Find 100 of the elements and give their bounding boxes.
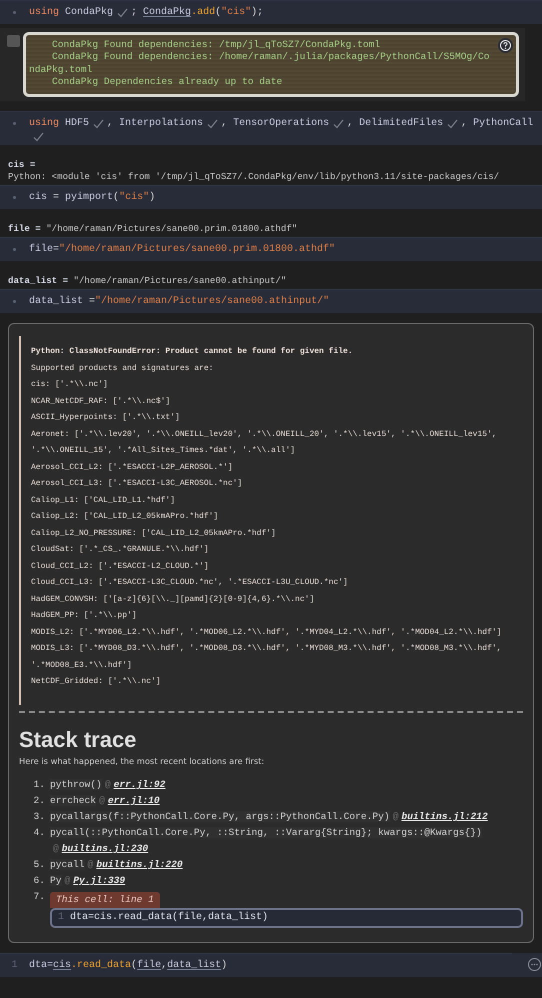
- line-number: 1: [10, 959, 18, 974]
- code-token: file: [137, 958, 162, 974]
- code-token: TensorOperations: [233, 116, 330, 132]
- frame-number: 6.: [32, 874, 45, 888]
- frame-call: pycall: [50, 859, 85, 870]
- frame-file-link[interactable]: builtins.jl:230: [62, 843, 148, 854]
- at-sign: @: [99, 795, 105, 806]
- error-line: Cloud_CCI_L3: ['.*ESACCI-L3C_CLOUD.*nc', '.*ESACCI-L3U_CLOUD.*nc']: [31, 577, 349, 590]
- code-token: );: [251, 6, 264, 20]
- error-line: Cloud_CCI_L2: ['.*ESACCI-L2_CLOUD.*']: [31, 560, 210, 573]
- check-icon: [447, 118, 458, 129]
- frame-number: 2.: [32, 794, 45, 808]
- code-token: Interpolations: [119, 116, 204, 132]
- frame-file-link[interactable]: builtins.jl:220: [96, 859, 183, 870]
- code-token: (: [131, 958, 138, 974]
- check-icon: [207, 118, 218, 129]
- code-token: data_list: [29, 294, 84, 310]
- code-token: =: [88, 295, 96, 310]
- frame-number: 3.: [32, 810, 45, 824]
- check-icon: [33, 132, 44, 142]
- output-label: cis =: [8, 159, 36, 170]
- frame-number: 4.: [32, 826, 45, 840]
- code-token: cis: [29, 190, 48, 206]
- code-editor[interactable]: file="/home/raman/Pictures/sane00.prim.01800.athdf": [0, 237, 542, 262]
- gutter-dot: [13, 122, 16, 126]
- at-sign: @: [53, 843, 59, 854]
- stack-trace-heading: Stack trace: [19, 726, 138, 753]
- error-line: HadGEM_PP: ['.*\\.pp']: [31, 610, 138, 622]
- code-token: .add: [191, 6, 216, 20]
- log-line: CondaPkg Found dependencies: /tmp/jl_qToSZ7/CondaPkg.toml: [51, 39, 382, 52]
- help-icon[interactable]: [498, 38, 513, 53]
- frame-number: 5.: [32, 858, 45, 872]
- code-token: ): [149, 190, 156, 206]
- error-line: MODIS_L3: ['.*MYD08_D3.*\\.hdf', '.*MOD08_D3.*\\.hdf', '.*MYD08_M3.*\\.hdf', '.*MOD08_M3.*\\.hdf', '.*MOD08_E3.*\\.hdf']: [31, 643, 502, 672]
- code-token: ,: [221, 117, 228, 132]
- code-token: CondaPkg: [143, 6, 192, 20]
- error-line: MODIS_L2: ['.*MYD06_L2.*\\.hdf', '.*MOD06_L2.*\\.hdf', '.*MYD04_L2.*\\.hdf', '.*MOD04_L2.*\\.hdf']: [31, 626, 502, 639]
- frame-file-link[interactable]: Py.jl:339: [73, 875, 126, 886]
- code-token: file=: [29, 242, 60, 258]
- error-line: Aeronet: ['.*\\.lev20', '.*\\.ONEILL_lev20', '.*\\.ONEILL_20', '.*\\.lev15', '.*\\.ONEILL_lev15', '.*\\.ONEILL_15', '.*All_Sites_Times.*dat', '.*\\.all']: [31, 428, 498, 458]
- code-token: ,: [461, 117, 468, 132]
- at-sign: @: [392, 811, 398, 822]
- code-token: cis: [53, 958, 72, 974]
- frame-file-link[interactable]: err.jl:10: [108, 795, 160, 806]
- frame-call: errcheck: [50, 795, 96, 806]
- code-token: ,: [107, 117, 114, 132]
- error-line: Supported products and signatures are:: [31, 362, 214, 375]
- code-editor[interactable]: using HDF5 , Interpolations , TensorOperations , DelimitedFiles , PythonCall: [0, 111, 542, 146]
- frame-file-link[interactable]: builtins.jl:212: [401, 811, 488, 822]
- log-line: CondaPkg Found dependencies: /home/raman/.julia/packages/PythonCall/S5MOg/CondaPkg.toml: [29, 51, 490, 76]
- frame-number: 7.: [32, 890, 45, 904]
- output-value: Python: <module 'cis' from '/tmp/jl_qToSZ7/.CondaPkg/env/lib/python3.11/site-packages/cis/: [8, 171, 500, 182]
- gutter-dot: [13, 11, 16, 14]
- gutter-dot: [13, 248, 16, 252]
- code-token: DelimitedFiles: [359, 116, 444, 132]
- stack-trace-intro: Here is what happened, the most recent locations are first:: [19, 754, 266, 768]
- error-line: NetCDF_Gridded: ['.*\\.nc']: [31, 676, 162, 688]
- error-line: ASCII_Hyperpoints: ['.*\\.txt']: [31, 412, 181, 424]
- code-token: ,: [347, 117, 354, 132]
- check-icon: [333, 118, 344, 129]
- code-editor[interactable]: using CondaPkg ; CondaPkg.add("cis");: [0, 0, 542, 24]
- keyword: using: [29, 116, 60, 132]
- code-editor[interactable]: data_list ="/home/raman/Pictures/sane00.athinput/": [0, 289, 542, 314]
- frame-call: pycallargs(f::PythonCall.Core.Py, args::PythonCall.Core.Py): [50, 811, 390, 822]
- error-line: CloudSat: ['.*_CS_.*GRANULE.*\\.hdf']: [31, 544, 210, 556]
- at-sign: @: [64, 875, 70, 886]
- string-literal: "cis": [221, 6, 252, 20]
- error-line: Caliop_L2_NO_PRESSURE: ['CAL_LID_L2_05kmAPro.*hdf']: [31, 528, 277, 540]
- frame-call: pycall(::PythonCall.Core.Py, ::String, ::Vararg{String}; kwargs::@Kwargs{}): [50, 827, 482, 838]
- string-literal: "cis": [119, 190, 150, 206]
- check-icon: [93, 118, 104, 129]
- frame-call: Py: [50, 875, 62, 886]
- error-title: Python: ClassNotFoundError: Product cannot be found for given file.: [31, 346, 354, 358]
- keyword: using: [29, 6, 60, 20]
- frame-file-link[interactable]: err.jl:92: [114, 779, 166, 790]
- code-token: ;: [131, 6, 138, 20]
- frame-call: pythrow(): [50, 779, 102, 790]
- code-token: CondaPkg: [65, 6, 114, 20]
- error-line: Aerosol_CCI_L2: ['.*ESACCI-L2P_AEROSOL.*']: [31, 462, 234, 474]
- more-icon: [528, 958, 541, 972]
- code-token: .read_data: [71, 958, 132, 974]
- error-line: Caliop_L2: ['CAL_LID_L2_05kmAPro.*hdf']: [31, 511, 220, 524]
- string-literal: "/home/raman/Pictures/sane00.athinput/": [95, 294, 330, 310]
- output-label: data_list =: [8, 275, 68, 286]
- code-token: PythonCall: [473, 116, 534, 132]
- error-line: NCAR_NetCDF_RAF: ['.*\\.nc$']: [31, 396, 172, 408]
- gutter-dot: [13, 300, 16, 304]
- error-line: Caliop_L1: ['CAL_LID_L1.*hdf']: [31, 494, 176, 507]
- output-value: "/home/raman/Pictures/sane00.athinput/": [74, 275, 286, 286]
- log-line: CondaPkg Dependencies already up to date: [51, 76, 284, 88]
- check-icon: [117, 8, 128, 18]
- code-token: pyimport: [65, 190, 114, 206]
- code-line: dta=cis.read_data(file,data_list): [70, 910, 268, 926]
- string-literal: "/home/raman/Pictures/sane00.prim.01800.athdf": [59, 242, 336, 258]
- at-sign: @: [104, 779, 111, 790]
- code-token: HDF5: [65, 117, 90, 132]
- cell-location-badge[interactable]: This cell: line 1: [50, 892, 160, 908]
- output-value: "/home/raman/Pictures/sane00.prim.01800.athdf": [46, 223, 298, 234]
- code-editor[interactable]: cis = pyimport("cis"): [0, 185, 542, 210]
- error-line: cis: ['.*\\.nc']: [31, 379, 109, 392]
